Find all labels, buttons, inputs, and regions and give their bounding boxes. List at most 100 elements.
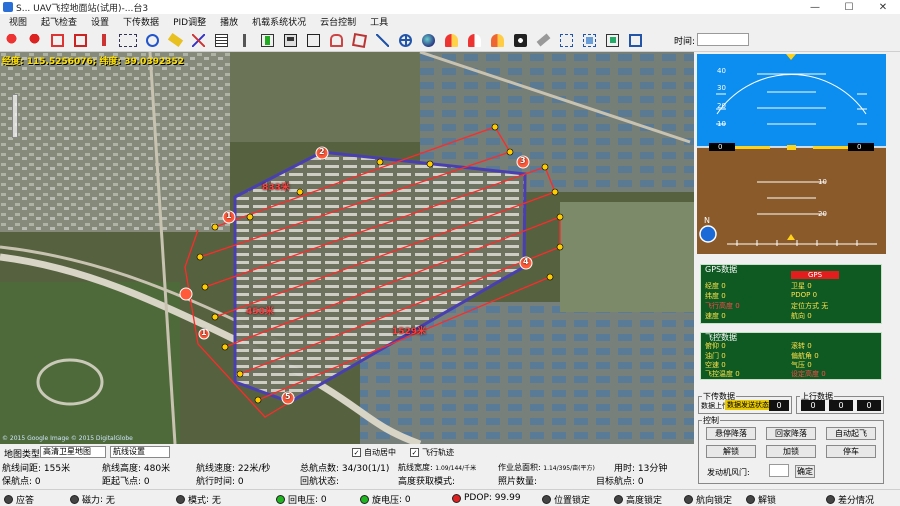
- route-width: 航线宽度: 1.09/144/千米: [398, 463, 477, 472]
- waypoint-number[interactable]: 1: [226, 211, 232, 220]
- status-led-icon: [70, 495, 79, 504]
- waypoint-number[interactable]: 1: [201, 328, 207, 337]
- time-used: 用时: 13分钟: [614, 464, 668, 474]
- lock-button[interactable]: 加锁: [766, 445, 816, 458]
- waypoint-pin-icon: [5, 33, 18, 47]
- menu-settings[interactable]: 设置: [84, 15, 116, 28]
- toolbar-button-parachute-1[interactable]: [442, 31, 461, 50]
- time-input[interactable]: [697, 33, 749, 46]
- roll-right-value: 0: [857, 143, 862, 151]
- toolbar-button-measure[interactable]: [373, 31, 392, 50]
- map-view[interactable]: 经度: 115.5256076; 纬度: 39.0392352 833米 1 5 2…: [0, 52, 694, 444]
- toolbar-button-export[interactable]: [603, 31, 622, 50]
- autocenter-checkbox[interactable]: ✓ 自动居中: [352, 447, 396, 458]
- toolbar-button-globe[interactable]: [419, 31, 438, 50]
- gps-sat: 卫星 0: [791, 282, 812, 290]
- map-zoom-slider[interactable]: [12, 94, 18, 138]
- stop-engine-button[interactable]: 停车: [826, 445, 876, 458]
- toolbar-button-list[interactable]: [212, 31, 231, 50]
- pitch-mark: 20: [818, 210, 827, 218]
- maximize-icon[interactable]: ☐: [832, 0, 866, 14]
- pin-add-icon: [28, 33, 41, 47]
- status-altitude-lock: 高度锁定: [614, 493, 662, 506]
- toolbar-button-filter[interactable]: [258, 31, 277, 50]
- toolbar-button-parachute-2[interactable]: [465, 31, 484, 50]
- toolbar-button-brush[interactable]: [235, 31, 254, 50]
- status-led-icon: [4, 495, 13, 504]
- close-icon[interactable]: ✕: [866, 0, 900, 14]
- unlock-button[interactable]: 解锁: [706, 445, 756, 458]
- status-rtk: 差分情况: [826, 493, 874, 506]
- menu-onboard-status[interactable]: 机载系统状况: [245, 15, 313, 28]
- toolbar-button-waypoint[interactable]: [2, 31, 21, 50]
- waypoint-number[interactable]: 3: [520, 156, 526, 165]
- toolbar-button-camera[interactable]: [511, 31, 530, 50]
- distance-label: 833米: [262, 183, 290, 193]
- toolbar-button-home[interactable]: [48, 31, 67, 50]
- export-icon: [606, 33, 619, 47]
- roll-left-value: 0: [718, 143, 723, 151]
- toolbar-button-target[interactable]: [143, 31, 162, 50]
- map-type-select[interactable]: 高清卫星地图: [40, 446, 106, 458]
- throttle-input[interactable]: [769, 464, 789, 477]
- waypoint-number[interactable]: 5: [285, 392, 291, 401]
- fd-roll: 滚转 0: [791, 342, 812, 350]
- crosshair-icon: [399, 33, 412, 47]
- toolbar-button-cross[interactable]: [189, 31, 208, 50]
- fd-temperature: 飞控温度 0: [705, 370, 740, 378]
- flight-info-row: 保航点: 0 距起飞点: 0 航行时间: 0 回航状态: 高度获取模式: 照片数…: [0, 474, 694, 487]
- waypoint-number[interactable]: 4: [523, 257, 529, 266]
- minimize-icon[interactable]: —: [798, 0, 832, 14]
- distance-label: 450米: [246, 307, 274, 317]
- toolbar-button-save[interactable]: [281, 31, 300, 50]
- polygon-icon: [351, 32, 368, 48]
- toolbar-button-waypoint-add[interactable]: [25, 31, 44, 50]
- uplink-box: 上行数据 0 0 0: [796, 391, 884, 414]
- route-height: 航线高度: 480米: [102, 464, 171, 474]
- toolbar-button-crosshair[interactable]: [396, 31, 415, 50]
- hover-land-button[interactable]: 悬停降落: [706, 427, 756, 440]
- status-magnet: 磁力: 无: [70, 493, 115, 506]
- list-icon: [215, 33, 228, 47]
- toolbar-button-route[interactable]: [117, 31, 139, 50]
- menu-view[interactable]: 视图: [2, 15, 34, 28]
- toolbar-button-ruler[interactable]: [534, 31, 553, 50]
- toolbar-button-zoom-area[interactable]: [580, 31, 599, 50]
- uplink-value: 0: [857, 400, 881, 411]
- ruler-icon: [536, 33, 551, 47]
- toolbar-button-open[interactable]: [304, 31, 323, 50]
- fd-set-altitude: 设定高度 0: [791, 370, 826, 378]
- downlink-value: 0: [769, 400, 789, 411]
- return-home-land-button[interactable]: 回家降落: [766, 427, 816, 440]
- toolbar-button-parachute-3[interactable]: [488, 31, 507, 50]
- toolbar-button-home-set[interactable]: [71, 31, 90, 50]
- rocket-icon: [97, 33, 110, 47]
- measure-icon: [376, 33, 389, 47]
- menu-tools[interactable]: 工具: [363, 15, 395, 28]
- status-led-icon: [614, 495, 623, 504]
- trail-checkbox[interactable]: ✓ 飞行轨迹: [410, 447, 454, 458]
- map-coordinate-readout: 经度: 115.5256076; 纬度: 39.0392352: [2, 57, 185, 67]
- menu-preflight[interactable]: 起飞检查: [34, 15, 84, 28]
- toolbar-button-fullscreen[interactable]: [626, 31, 645, 50]
- menu-gimbal[interactable]: 云台控制: [313, 15, 363, 28]
- menu-download[interactable]: 下传数据: [116, 15, 166, 28]
- toolbar-button-select[interactable]: [557, 31, 576, 50]
- pitch-mark: 30: [717, 84, 726, 92]
- status-voltage-1: 回电压: 0: [276, 493, 327, 506]
- toolbar-button-polygon[interactable]: [350, 31, 369, 50]
- home-icon: [51, 33, 64, 47]
- confirm-button[interactable]: 确定: [795, 465, 815, 478]
- menu-pid[interactable]: PID调整: [166, 15, 213, 28]
- waypoint-number[interactable]: 2: [319, 147, 325, 156]
- auto-takeoff-button[interactable]: 自动起飞: [826, 427, 876, 440]
- app-icon: [3, 2, 13, 12]
- distance-from-takeoff: 距起飞点: 0: [102, 477, 150, 487]
- menu-playback[interactable]: 播放: [213, 15, 245, 28]
- eraser-icon: [167, 32, 184, 48]
- toolbar-button-rocket[interactable]: [94, 31, 113, 50]
- toolbar-button-area[interactable]: [327, 31, 346, 50]
- map-canvas[interactable]: [0, 52, 694, 444]
- route-setting-select[interactable]: 航线设置: [110, 446, 170, 458]
- toolbar-button-erase[interactable]: [166, 31, 185, 50]
